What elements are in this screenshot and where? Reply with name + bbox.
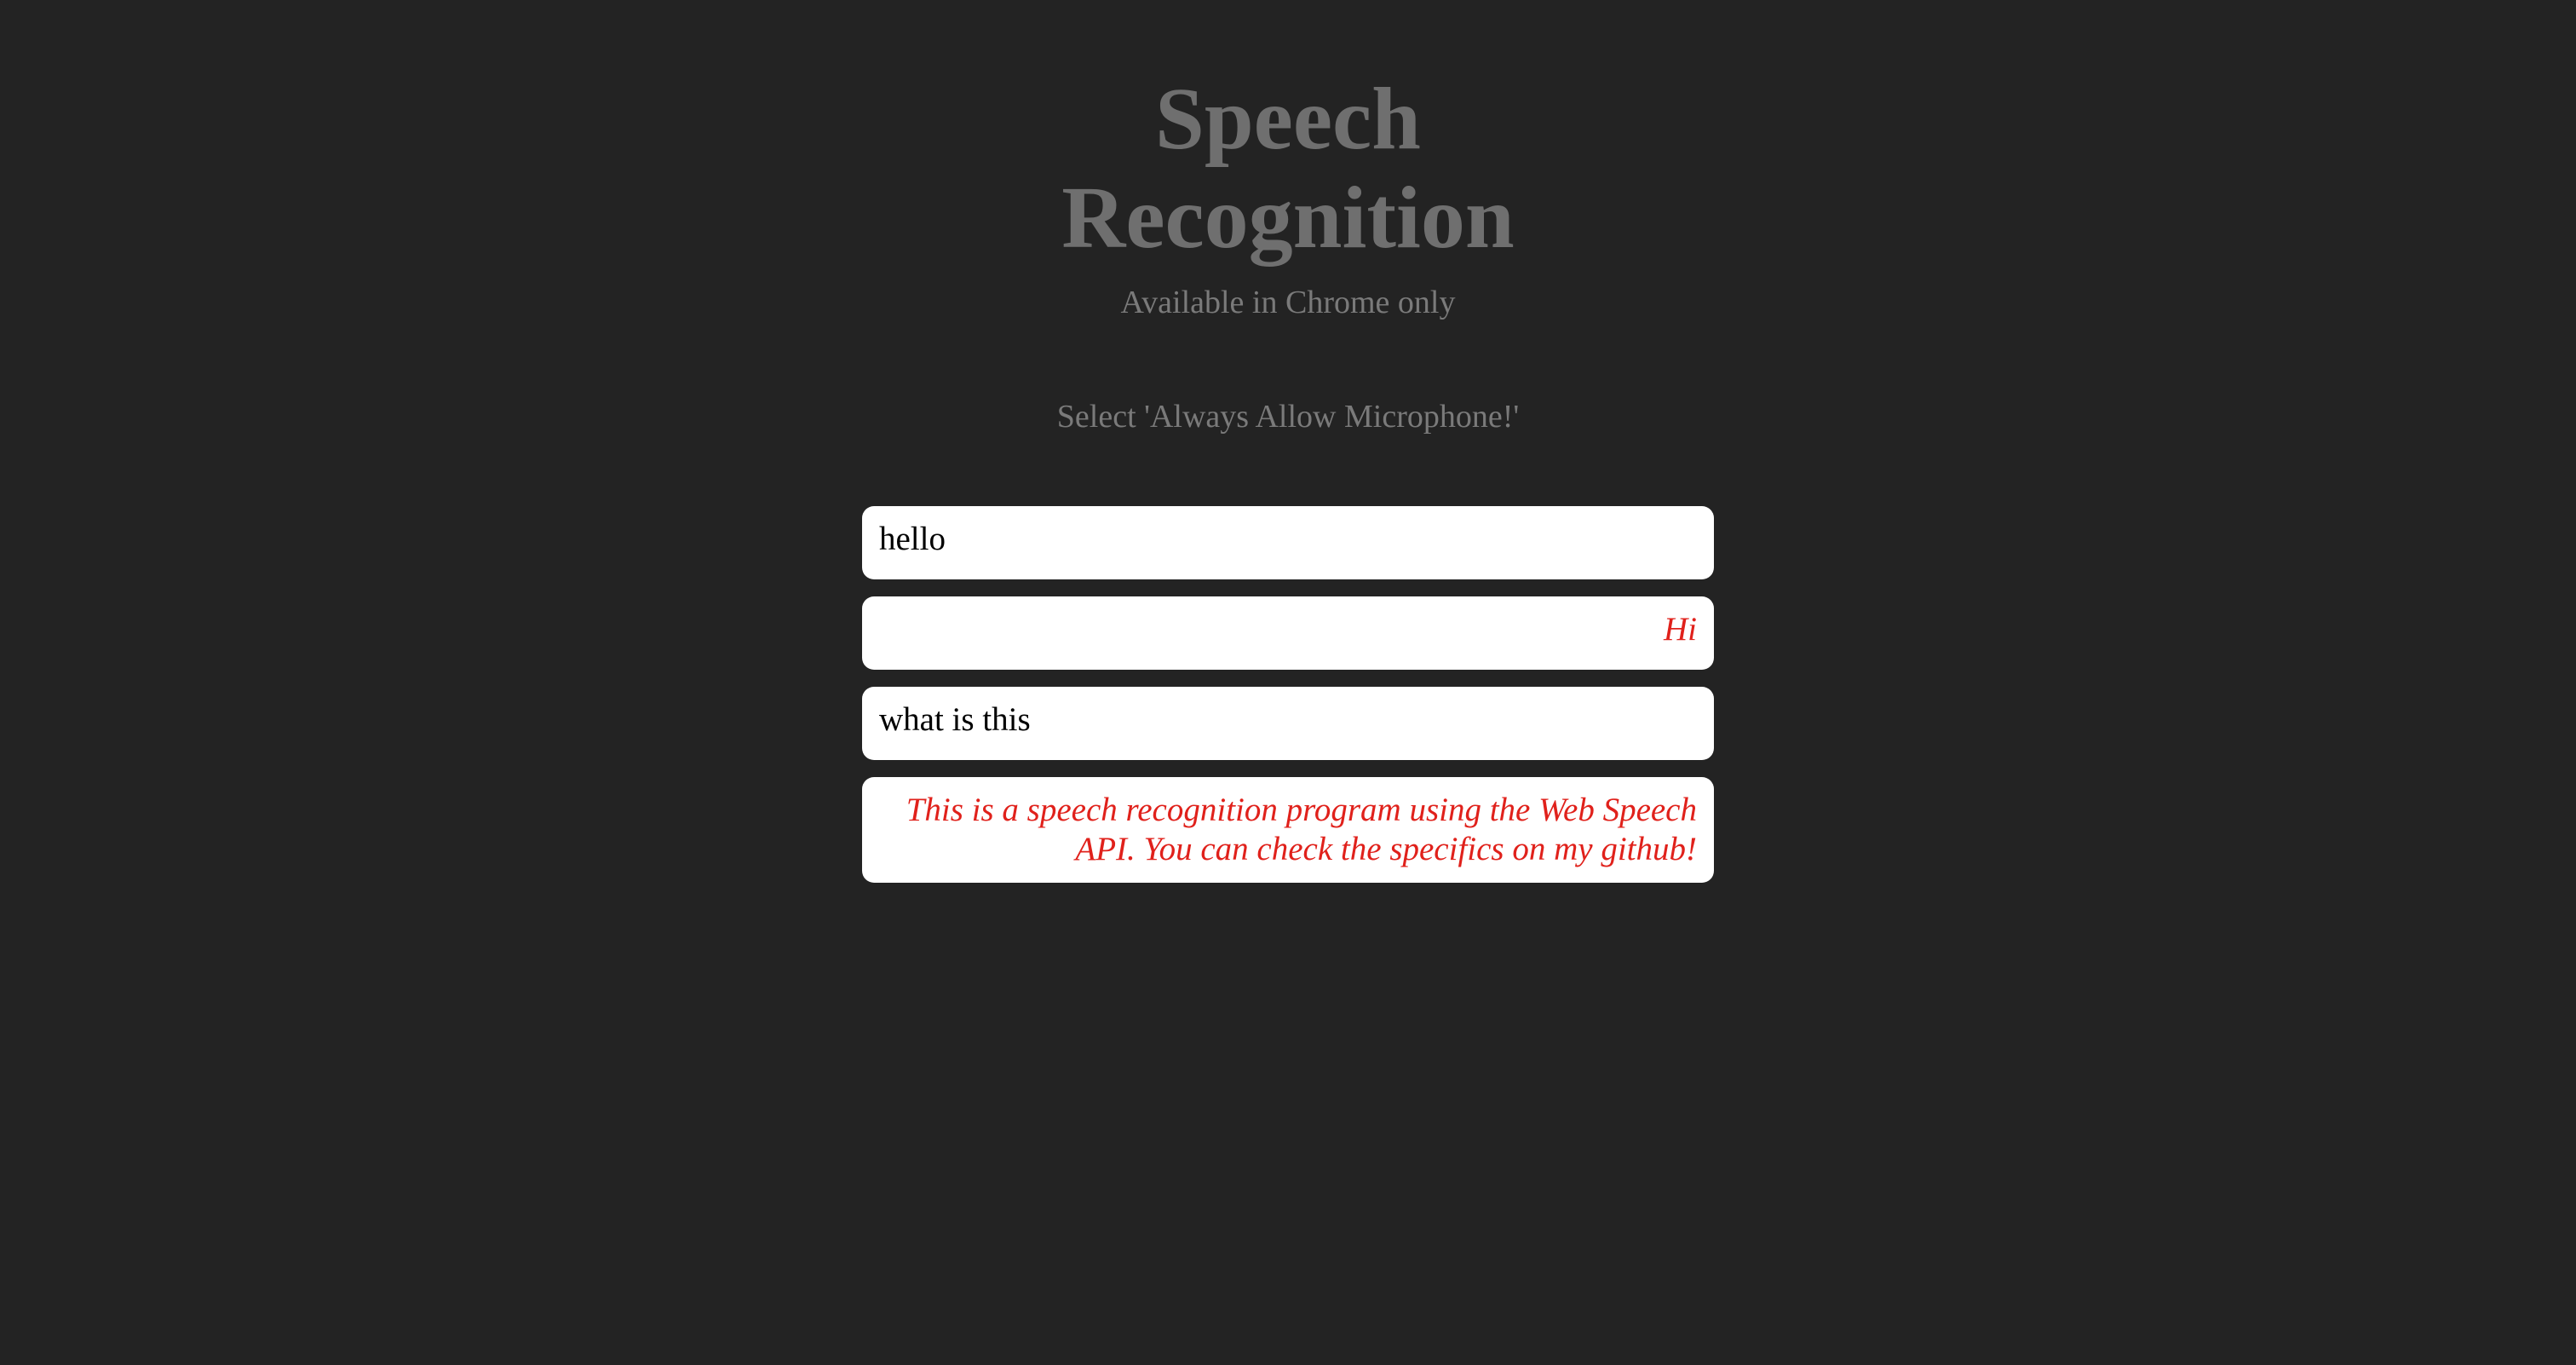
- user-message: hello: [862, 506, 1714, 579]
- page: Speech Recognition Available in Chrome o…: [0, 0, 2576, 1365]
- title-line-2: Recognition: [1061, 169, 1515, 267]
- user-message: what is this: [862, 687, 1714, 760]
- subtitle: Available in Chrome only: [1120, 285, 1456, 320]
- bot-response: This is a speech recognition program usi…: [862, 777, 1714, 883]
- microphone-instruction: Select 'Always Allow Microphone!': [1056, 399, 1520, 435]
- title-line-1: Speech: [1155, 70, 1421, 168]
- transcript-list: hello Hi what is this This is a speech r…: [862, 506, 1714, 900]
- header: Speech Recognition Available in Chrome o…: [0, 70, 2576, 322]
- bot-response: Hi: [862, 596, 1714, 670]
- page-title: Speech Recognition: [0, 70, 2576, 268]
